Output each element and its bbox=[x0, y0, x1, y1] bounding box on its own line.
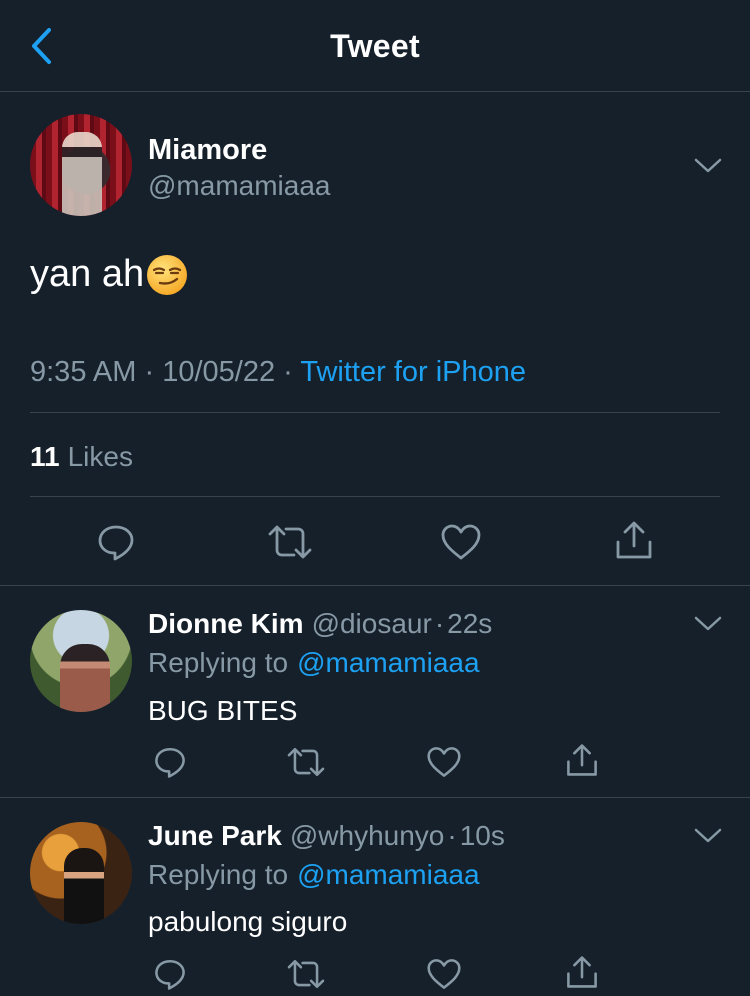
share-button[interactable] bbox=[612, 518, 656, 562]
retweet-button[interactable] bbox=[284, 952, 328, 996]
chevron-down-icon[interactable] bbox=[693, 826, 723, 846]
share-icon bbox=[567, 956, 597, 988]
heart-icon bbox=[441, 524, 481, 560]
avatar[interactable] bbox=[30, 114, 132, 216]
tweet-body: yan ah bbox=[30, 252, 145, 295]
share-button[interactable] bbox=[560, 950, 604, 994]
reply-author-name[interactable]: Dionne Kim bbox=[148, 608, 304, 639]
reply-text: pabulong siguro bbox=[148, 906, 348, 937]
likes-number: 11 bbox=[30, 441, 60, 472]
likes-count[interactable]: 11 Likes bbox=[30, 441, 133, 473]
divider bbox=[0, 585, 750, 586]
chevron-down-icon[interactable] bbox=[693, 614, 723, 634]
retweet-icon bbox=[268, 525, 312, 559]
replying-to: Replying to @mamamiaaa bbox=[148, 859, 480, 891]
reply-author: June Park @whyhunyo · 10s bbox=[148, 820, 505, 852]
chevron-down-icon[interactable] bbox=[693, 156, 723, 176]
heart-icon bbox=[427, 747, 461, 777]
like-button[interactable] bbox=[422, 952, 466, 996]
divider bbox=[30, 496, 720, 497]
heart-icon bbox=[427, 959, 461, 989]
reply-button[interactable] bbox=[148, 740, 192, 784]
replying-label: Replying to bbox=[148, 647, 289, 678]
divider bbox=[0, 797, 750, 798]
replying-label: Replying to bbox=[148, 859, 289, 890]
avatar[interactable] bbox=[30, 610, 132, 712]
replying-to: Replying to @mamamiaaa bbox=[148, 647, 480, 679]
retweet-icon bbox=[287, 747, 325, 777]
reply-author-name[interactable]: June Park bbox=[148, 820, 282, 851]
reply-author-handle: @diosaur · 22s bbox=[311, 608, 493, 639]
reply-author: Dionne Kim @diosaur · 22s bbox=[148, 608, 492, 640]
share-icon bbox=[616, 521, 652, 559]
top-bar: Tweet bbox=[0, 0, 750, 92]
meta-separator: · bbox=[283, 356, 293, 388]
reply-icon bbox=[98, 525, 134, 561]
retweet-icon bbox=[287, 959, 325, 989]
mention-link[interactable]: @mamamiaaa bbox=[297, 859, 479, 890]
reply-icon bbox=[155, 747, 185, 778]
reply-icon bbox=[155, 959, 185, 990]
reply-button[interactable] bbox=[148, 952, 192, 996]
likes-label: Likes bbox=[67, 441, 133, 472]
author-handle[interactable]: @mamamiaaa bbox=[148, 170, 330, 202]
share-button[interactable] bbox=[560, 738, 604, 782]
retweet-button[interactable] bbox=[268, 520, 312, 564]
tweet-text: yan ah bbox=[30, 252, 188, 296]
smirking-face-icon bbox=[147, 255, 188, 295]
share-icon bbox=[567, 744, 597, 776]
tweet-date: 10/05/22 bbox=[162, 356, 276, 388]
reply-button[interactable] bbox=[94, 520, 138, 564]
tweet-source-link[interactable]: Twitter for iPhone bbox=[300, 356, 526, 388]
like-button[interactable] bbox=[439, 520, 483, 564]
page-title: Tweet bbox=[330, 28, 420, 64]
mention-link[interactable]: @mamamiaaa bbox=[297, 647, 479, 678]
tweet-time: 9:35 AM bbox=[30, 356, 137, 388]
retweet-button[interactable] bbox=[284, 740, 328, 784]
like-button[interactable] bbox=[422, 740, 466, 784]
tweet-meta: 9:35 AM · 10/05/22 · Twitter for iPhone bbox=[30, 356, 526, 389]
meta-separator: · bbox=[144, 356, 155, 388]
author-name[interactable]: Miamore bbox=[148, 134, 267, 167]
divider bbox=[30, 412, 720, 413]
reply-author-handle: @whyhunyo · 10s bbox=[289, 820, 505, 851]
reply-text: BUG BITES bbox=[148, 695, 298, 726]
avatar[interactable] bbox=[30, 822, 132, 924]
